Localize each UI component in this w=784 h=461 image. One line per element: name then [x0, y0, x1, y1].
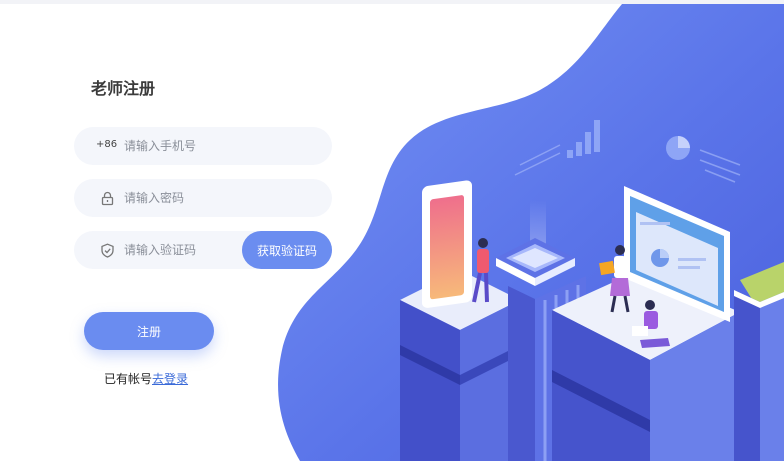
register-button[interactable]: 注册	[84, 312, 214, 350]
password-field	[74, 179, 332, 217]
get-code-button[interactable]: 获取验证码	[242, 231, 332, 269]
shield-check-icon	[100, 243, 115, 258]
password-input[interactable]	[124, 187, 284, 209]
page-title: 老师注册	[91, 79, 156, 98]
register-page: 老师注册 +86 获取验证码 注册 已有帐号去登录	[0, 0, 784, 461]
phone-field: +86	[74, 127, 332, 165]
lock-icon	[100, 191, 115, 206]
pie-chart-icon	[666, 136, 690, 160]
login-prompt-text: 已有帐号	[104, 372, 153, 386]
login-prompt: 已有帐号去登录	[104, 370, 188, 387]
login-link[interactable]: 去登录	[152, 372, 188, 386]
phone-illustration	[422, 180, 472, 308]
phone-input[interactable]	[124, 135, 284, 157]
country-code: +86	[96, 139, 118, 150]
